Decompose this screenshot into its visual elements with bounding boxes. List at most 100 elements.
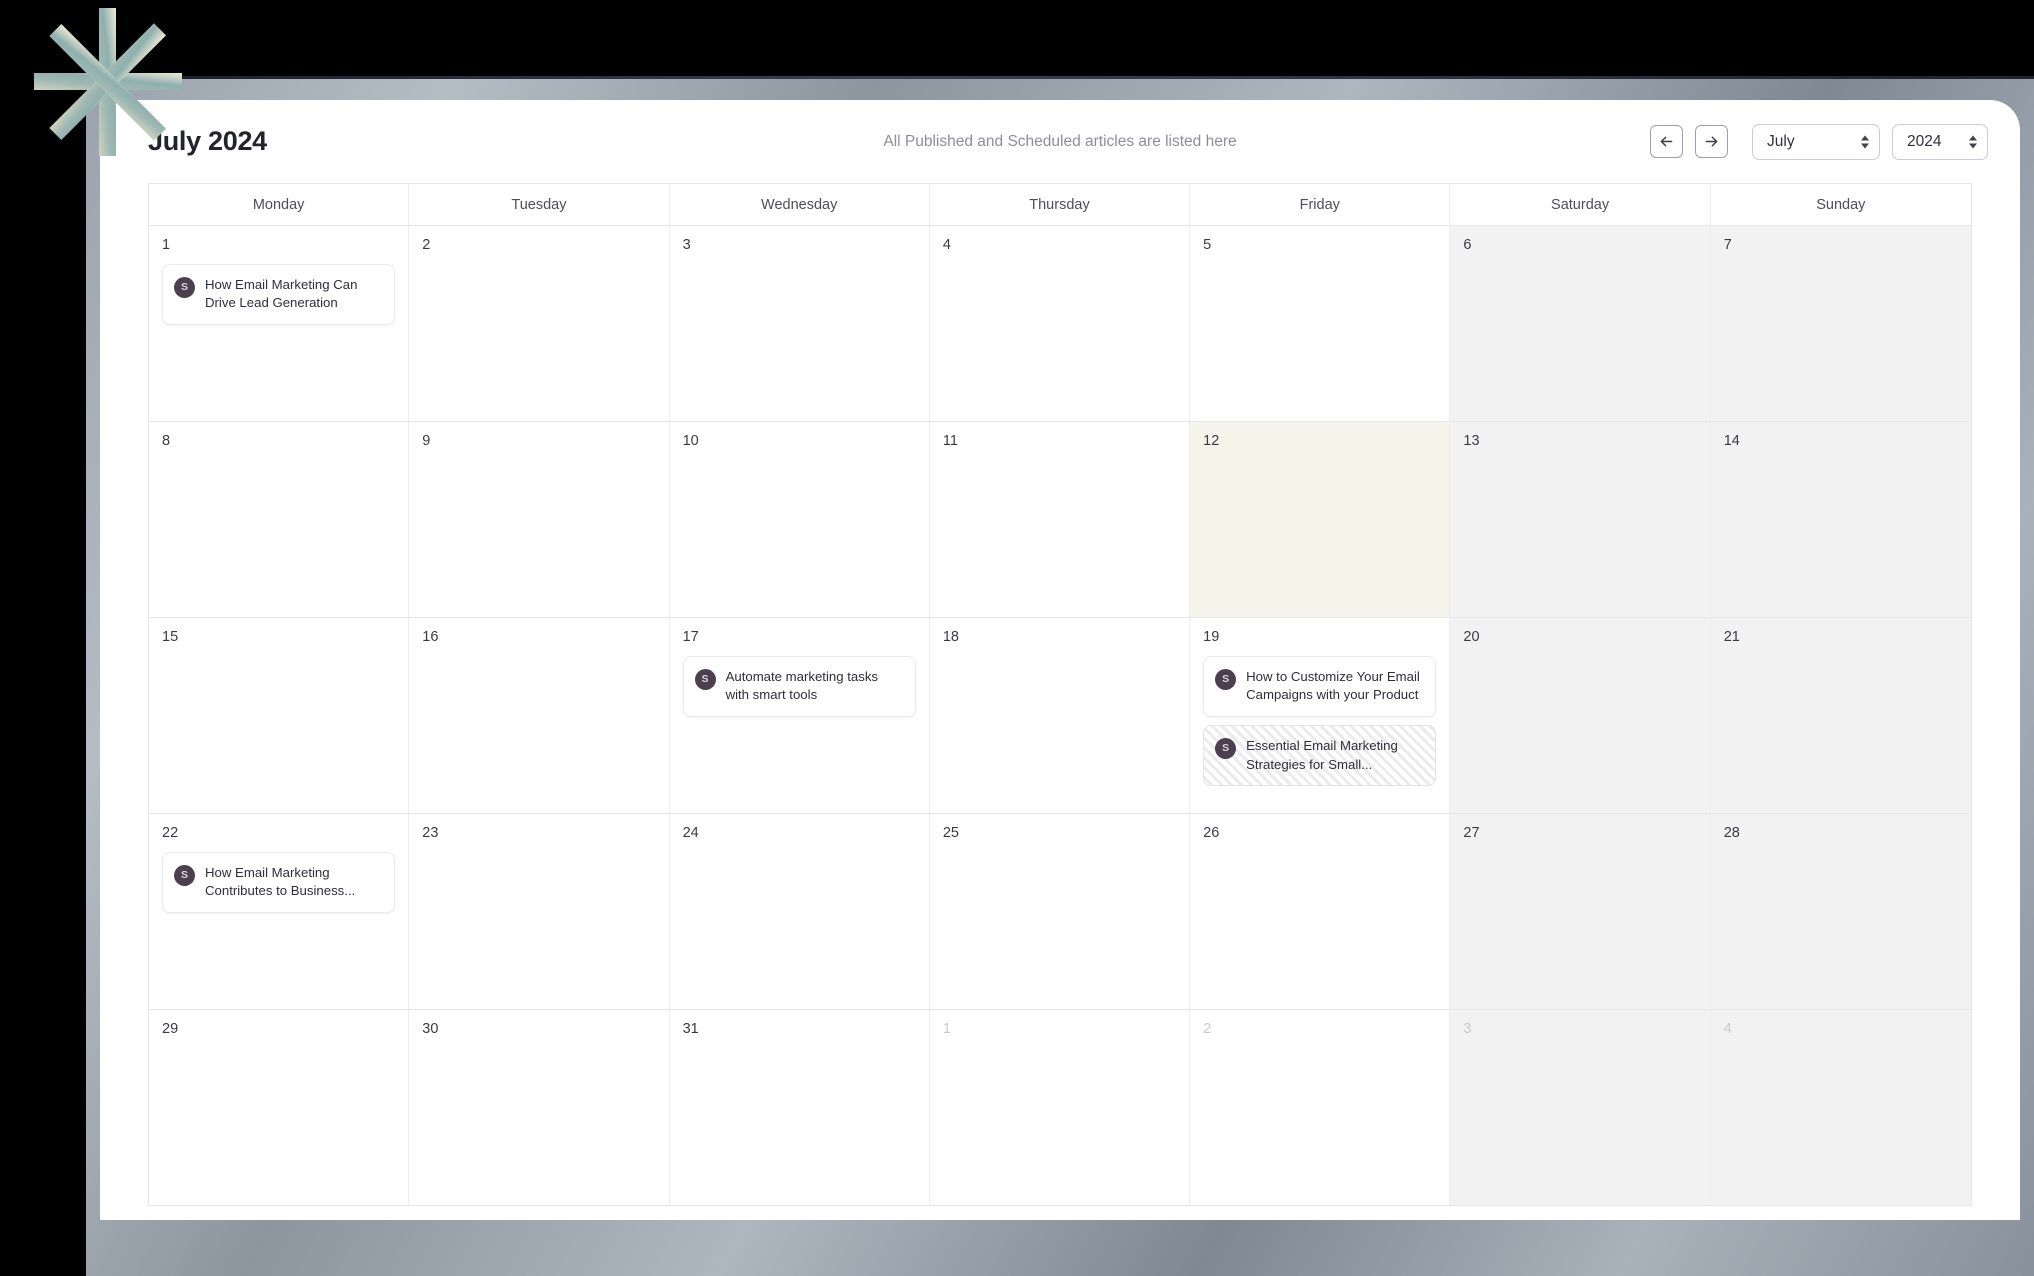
- day-cell-8[interactable]: 8: [149, 422, 410, 617]
- avatar: S: [1215, 668, 1237, 690]
- day-number: 18: [942, 629, 959, 645]
- weekday-header-thursday: Thursday: [930, 184, 1191, 225]
- day-number: 16: [422, 629, 439, 645]
- day-cell-1[interactable]: 1: [929, 1010, 1191, 1205]
- prev-month-button[interactable]: [1650, 125, 1683, 158]
- month-select-value[interactable]: July: [1752, 123, 1880, 160]
- day-number: 21: [1723, 629, 1740, 645]
- day-number: 6: [1463, 237, 1472, 253]
- day-cell-16[interactable]: 16: [409, 618, 670, 813]
- weekday-header-tuesday: Tuesday: [409, 184, 670, 225]
- day-cell-25[interactable]: 25: [929, 814, 1191, 1009]
- day-number: 4: [942, 237, 951, 253]
- calendar-weeks: 1 S How Email Marketing Can Drive Lead Gen…: [149, 226, 1971, 1206]
- day-cell-31[interactable]: 31: [669, 1010, 930, 1205]
- day-cell-15[interactable]: 15: [149, 618, 410, 813]
- event-card[interactable]: S How to Customize Your Email Campaigns w…: [1203, 655, 1437, 717]
- day-number: 1: [942, 1021, 951, 1037]
- calendar-week-row: 29 30 31 1 2 3 4: [149, 1010, 1971, 1206]
- day-cell-22[interactable]: 22 S How Email Marketing Contributes to Bu…: [149, 814, 410, 1009]
- event-title: How Email Marketing Contributes to Busin…: [205, 864, 356, 899]
- day-cell-20[interactable]: 20: [1450, 618, 1711, 813]
- day-number: 2: [1203, 1021, 1212, 1037]
- event-title: How to Customize Your Email Campaigns wi…: [1246, 668, 1420, 703]
- day-cell-1[interactable]: 1 S How Email Marketing Can Drive Lead Gen…: [149, 226, 410, 421]
- day-cell-27[interactable]: 27: [1450, 814, 1711, 1009]
- day-cell-13[interactable]: 13: [1450, 422, 1711, 617]
- year-select-value[interactable]: 2024: [1892, 123, 1988, 160]
- day-cell-18[interactable]: 18: [929, 618, 1191, 813]
- calendar-week-row: 15 16 17 S Automate marketing tasks with sma…: [149, 618, 1971, 814]
- day-number: 30: [422, 1021, 439, 1037]
- year-select[interactable]: 2024: [1892, 123, 1988, 160]
- calendar-week-row: 8 9 10 11 12 13 14: [149, 422, 1971, 618]
- app-header: July 2024 All Published and Scheduled ar…: [100, 100, 2020, 183]
- weekday-header-row: Monday Tuesday Wednesday Thursday Friday Satu…: [149, 184, 1971, 226]
- day-number: 10: [682, 433, 699, 449]
- day-cell-7[interactable]: 7: [1710, 226, 1971, 421]
- day-cell-6[interactable]: 6: [1450, 226, 1711, 421]
- day-number: 12: [1203, 433, 1220, 449]
- calendar-grid: Monday Tuesday Wednesday Thursday Friday Satu…: [148, 183, 1972, 1206]
- day-cell-2[interactable]: 2: [409, 226, 670, 421]
- day-number: 8: [162, 433, 171, 449]
- day-number: 3: [682, 237, 691, 253]
- day-cell-2[interactable]: 2: [1190, 1010, 1451, 1205]
- day-number: 22: [162, 825, 179, 841]
- weekday-header-saturday: Saturday: [1450, 184, 1711, 225]
- day-number: 9: [422, 433, 431, 449]
- calendar-week-row: 22 S How Email Marketing Contributes to Bu…: [149, 814, 1971, 1010]
- event-card[interactable]: S How Email Marketing Contributes to Busi…: [162, 851, 396, 913]
- event-title: Essential Email Marketing Strategies for…: [1246, 737, 1398, 772]
- day-cell-14[interactable]: 14: [1710, 422, 1971, 617]
- event-title: How Email Marketing Can Drive Lead Gener…: [205, 276, 358, 311]
- calendar-week-row: 1 S How Email Marketing Can Drive Lead Gen…: [149, 226, 1971, 422]
- day-cell-21[interactable]: 21: [1710, 618, 1971, 813]
- day-cell-24[interactable]: 24: [669, 814, 930, 1009]
- weekday-header-friday: Friday: [1190, 184, 1451, 225]
- day-cell-23[interactable]: 23: [409, 814, 670, 1009]
- event-title: Automate marketing tasks with smart tool…: [725, 668, 879, 703]
- day-number: 13: [1463, 433, 1480, 449]
- day-cell-4[interactable]: 4: [929, 226, 1191, 421]
- day-number: 14: [1723, 433, 1740, 449]
- day-number: 20: [1463, 629, 1480, 645]
- day-cell-19[interactable]: 19 S How to Customize Your Email Campaigns…: [1190, 618, 1451, 813]
- day-number: 19: [1203, 629, 1220, 645]
- event-card[interactable]: S Automate marketing tasks with smart too…: [682, 655, 916, 717]
- day-number: 28: [1723, 825, 1740, 841]
- header-controls: July 2024: [1650, 123, 1988, 160]
- day-number: 2: [422, 237, 431, 253]
- day-cell-29[interactable]: 29: [149, 1010, 410, 1205]
- weekday-header-monday: Monday: [149, 184, 410, 225]
- day-cell-28[interactable]: 28: [1710, 814, 1971, 1009]
- day-cell-5[interactable]: 5: [1190, 226, 1451, 421]
- arrow-right-icon: [1705, 136, 1718, 147]
- event-card[interactable]: S How Email Marketing Can Drive Lead Gene…: [162, 263, 396, 325]
- day-number: 11: [942, 433, 958, 449]
- month-select[interactable]: July: [1740, 123, 1880, 160]
- day-cell-3[interactable]: 3: [1450, 1010, 1711, 1205]
- avatar: S: [694, 668, 716, 690]
- day-cell-3[interactable]: 3: [669, 226, 930, 421]
- day-cell-10[interactable]: 10: [669, 422, 930, 617]
- day-cell-4[interactable]: 4: [1710, 1010, 1971, 1205]
- day-cell-9[interactable]: 9: [409, 422, 670, 617]
- day-number: 17: [682, 629, 699, 645]
- event-card[interactable]: S Essential Email Marketing Strategies fo…: [1203, 724, 1437, 787]
- day-number: 24: [682, 825, 699, 841]
- day-number: 29: [162, 1021, 179, 1037]
- day-number: 7: [1723, 237, 1732, 253]
- day-number: 27: [1463, 825, 1480, 841]
- day-number: 3: [1463, 1021, 1472, 1037]
- calendar-app-card: July 2024 All Published and Scheduled ar…: [100, 100, 2020, 1220]
- day-cell-30[interactable]: 30: [409, 1010, 670, 1205]
- day-cell-12[interactable]: 12: [1190, 422, 1451, 617]
- day-cell-11[interactable]: 11: [929, 422, 1191, 617]
- day-cell-17[interactable]: 17 S Automate marketing tasks with smart t…: [669, 618, 930, 813]
- day-cell-26[interactable]: 26: [1190, 814, 1451, 1009]
- day-number: 26: [1203, 825, 1220, 841]
- arrow-left-icon: [1660, 136, 1673, 147]
- day-number: 5: [1203, 237, 1212, 253]
- next-month-button[interactable]: [1695, 125, 1728, 158]
